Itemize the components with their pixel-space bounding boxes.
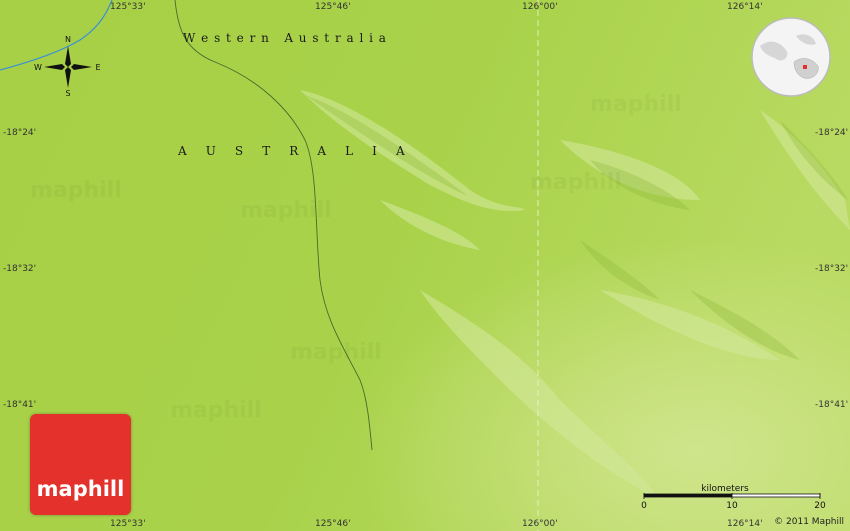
scale-bar: kilometers 0 10 20 — [641, 484, 826, 511]
coord-left: -18°24' — [3, 128, 37, 138]
coord-top: 125°46' — [315, 2, 351, 12]
coord-right: -18°24' — [815, 128, 849, 138]
watermark: maphill — [590, 92, 682, 117]
coord-bottom: 125°33' — [110, 519, 146, 529]
watermark: maphill — [30, 178, 122, 203]
watermark: maphill — [240, 198, 332, 223]
compass-e: E — [95, 63, 100, 72]
coord-bottom: 126°00' — [522, 519, 558, 529]
compass-w: W — [34, 63, 42, 72]
watermark: maphill — [530, 170, 622, 195]
logo-text: maphill — [36, 477, 125, 501]
globe-locator-icon — [751, 17, 831, 97]
state-label: W e s t e r n A u s t r a l i a — [183, 31, 387, 45]
compass-s: S — [65, 89, 70, 98]
physical-map[interactable]: maphill maphill maphill maphill maphill … — [0, 0, 850, 531]
scale-tick: 20 — [814, 501, 826, 511]
scale-unit: kilometers — [701, 484, 749, 494]
watermark: maphill — [290, 340, 382, 365]
coord-left: -18°32' — [3, 264, 37, 274]
compass-n: N — [65, 35, 71, 44]
scale-tick: 10 — [726, 501, 738, 511]
coord-left: -18°41' — [3, 400, 37, 410]
compass-rose-icon: N S W E — [34, 35, 100, 98]
coord-top: 126°00' — [522, 2, 558, 12]
watermark: maphill — [170, 398, 262, 423]
copyright-text: © 2011 Maphill — [774, 517, 844, 527]
maphill-logo[interactable]: maphill — [30, 414, 131, 515]
coord-bottom: 125°46' — [315, 519, 351, 529]
coord-right: -18°41' — [815, 400, 849, 410]
scale-tick: 0 — [641, 501, 647, 511]
country-label: A U S T R A L I A — [178, 144, 405, 158]
coord-top: 125°33' — [110, 2, 146, 12]
coord-right: -18°32' — [815, 264, 849, 274]
coord-top: 126°14' — [727, 2, 763, 12]
coord-bottom: 126°14' — [727, 519, 763, 529]
